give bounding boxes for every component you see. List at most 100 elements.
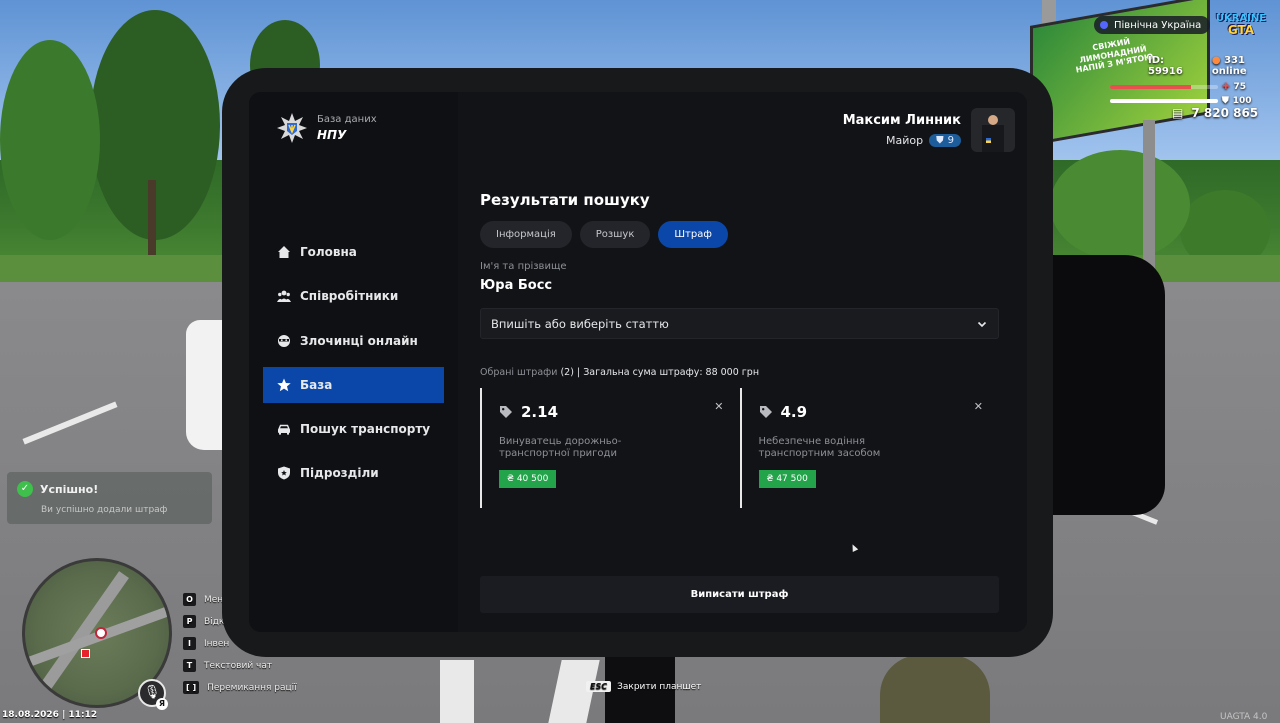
online-count-text: 331 online	[1211, 55, 1247, 77]
money-value: 7 820 865	[1191, 106, 1259, 120]
server-badge: Північна Україна	[1094, 16, 1211, 34]
key-label: Перемикання рації	[207, 682, 297, 693]
fine-code: 2.14	[521, 403, 559, 421]
mic-key: Я	[156, 698, 168, 710]
result-tabs: Інформація Розшук Штраф	[480, 221, 728, 248]
sidebar-item-database[interactable]: База	[263, 366, 444, 403]
key-label: Відк	[204, 616, 225, 627]
brand: База даних НПУ	[276, 112, 377, 144]
health-row: ✚ 75	[1110, 82, 1246, 92]
key: [ ]	[183, 681, 200, 694]
brand-title: НПУ	[317, 128, 347, 142]
sidebar-item-label: Співробітники	[300, 289, 399, 304]
page-title: Результати пошуку	[480, 191, 650, 209]
selected-fines-summary: Обрані штрафи (2) | Загальна сума штрафу…	[480, 367, 759, 378]
heart-icon: ✚	[1222, 82, 1230, 92]
armor-icon: ⛊	[1222, 96, 1229, 106]
close-icon[interactable]: ✕	[714, 400, 723, 413]
fine-description: Небезпечне водіння транспортним засобом	[758, 436, 881, 459]
key-label: Текстовий чат	[204, 660, 273, 671]
sidebar-item-vehicle-search[interactable]: Пошук транспорту	[263, 411, 444, 447]
player-id: ID: 59916	[1148, 55, 1183, 77]
armor-bar-fill	[1110, 99, 1218, 103]
key: O	[183, 593, 196, 606]
sidebar-nav: Головна Співробітники Злочинці онлайн Ба…	[263, 234, 444, 500]
sidebar-item-employees[interactable]: Співробітники	[263, 278, 444, 314]
sidebar-item-label: База	[300, 377, 333, 392]
name-label: Ім'я та прізвище	[480, 261, 567, 272]
sidebar-item-label: Пошук транспорту	[300, 422, 431, 437]
issue-fine-button[interactable]: Виписати штраф	[480, 576, 999, 613]
shield-icon	[278, 466, 290, 480]
version-label: UAGTA 4.0	[1220, 712, 1268, 722]
tablet-screen: База даних НПУ Головна Співробітники Зло…	[249, 92, 1027, 632]
health-bar-fill	[1110, 85, 1191, 89]
road-marking	[440, 660, 474, 723]
logo-line2: GTA	[1227, 23, 1255, 37]
fine-card: 2.14 Винуватець дорожньо-транспортної пр…	[480, 388, 740, 508]
black-car	[1040, 255, 1165, 515]
fine-price: ₴ 40 500	[499, 470, 557, 488]
notification-title: Успішно!	[40, 482, 99, 496]
police-tablet: База даних НПУ Головна Співробітники Зло…	[222, 68, 1053, 657]
sidebar: База даних НПУ Головна Співробітники Зло…	[249, 92, 458, 632]
fine-card: 4.9 Небезпечне водіння транспортним засо…	[739, 388, 999, 508]
armor-bar	[1110, 99, 1218, 103]
player-stats: ID: 59916 ● 331 online	[1148, 55, 1280, 77]
selected-count: (2)	[560, 367, 574, 378]
money-display: ▤ 7 820 865	[1172, 106, 1258, 120]
sidebar-item-home[interactable]: Головна	[263, 234, 444, 270]
datetime: 18.08.2026 | 11:12	[2, 710, 98, 720]
home-icon	[278, 246, 290, 258]
sidebar-item-label: Підрозділи	[300, 466, 379, 481]
user-name: Максим Линник	[842, 113, 961, 128]
rank-shield-icon: ⛊	[936, 135, 944, 146]
selected-prefix: Обрані штрафи	[480, 367, 558, 378]
armor-value: 100	[1232, 96, 1252, 106]
sidebar-item-units[interactable]: Підрозділи	[263, 455, 444, 491]
keybind-row: T Текстовий чат	[183, 657, 297, 674]
criminal-icon	[278, 334, 290, 347]
article-select-placeholder: Впишіть або виберіть статтю	[491, 316, 669, 331]
selected-total: | Загальна сума штрафу: 88 000 грн	[576, 367, 760, 378]
sidebar-item-criminals[interactable]: Злочинці онлайн	[263, 323, 444, 359]
tab-information[interactable]: Інформація	[480, 221, 572, 248]
main-content: Максим Линник Майор ⛊ 9 Результати пошук…	[458, 92, 1027, 632]
notification-message: Ви успішно додали штраф	[41, 505, 168, 515]
health-bar	[1110, 85, 1218, 89]
fine-description: Винуватець дорожньо-транспортної пригоди	[499, 436, 622, 459]
money-icon: ▤	[1172, 106, 1184, 120]
rank-badge: ⛊ 9	[929, 134, 961, 147]
car-icon	[277, 424, 291, 435]
online-count: ● 331 online	[1211, 55, 1247, 77]
user-profile: Максим Линник Майор ⛊ 9	[843, 108, 1015, 152]
sidebar-item-label: Головна	[300, 245, 357, 259]
avatar	[971, 108, 1015, 152]
chevron-down-icon	[977, 321, 987, 327]
server-name: Північна Україна	[1114, 19, 1202, 31]
armor-row: ⛊ 100	[1110, 96, 1252, 106]
success-notification: ✓ Успішно! Ви успішно додали штраф	[7, 472, 212, 524]
close-icon[interactable]: ✕	[974, 400, 983, 413]
rank-level: 9	[947, 135, 954, 146]
brand-subtitle: База даних	[317, 114, 377, 125]
tree	[0, 40, 100, 240]
fine-cards: 2.14 Винуватець дорожньо-транспортної пр…	[480, 388, 999, 508]
article-select[interactable]: Впишіть або виберіть статтю	[480, 308, 999, 339]
tab-wanted[interactable]: Розшук	[579, 221, 651, 248]
key: P	[183, 615, 196, 628]
star-icon	[277, 378, 291, 392]
tree	[1050, 150, 1190, 260]
mouse-cursor-icon	[849, 543, 859, 552]
key-label: Інвен	[204, 638, 230, 649]
tag-icon	[759, 406, 772, 418]
fine-price: ₴ 47 500	[758, 470, 816, 488]
tab-fine[interactable]: Штраф	[658, 221, 728, 248]
fine-code: 4.9	[780, 403, 808, 421]
police-emblem-icon	[276, 112, 308, 144]
keybind-row: [ ] Перемикання рації	[183, 679, 297, 696]
health-value: 75	[1233, 82, 1247, 92]
esc-label: Закрити планшет	[617, 681, 702, 692]
soldier-character	[880, 655, 990, 723]
game-logo: UKRAINE GTA	[1212, 9, 1270, 41]
